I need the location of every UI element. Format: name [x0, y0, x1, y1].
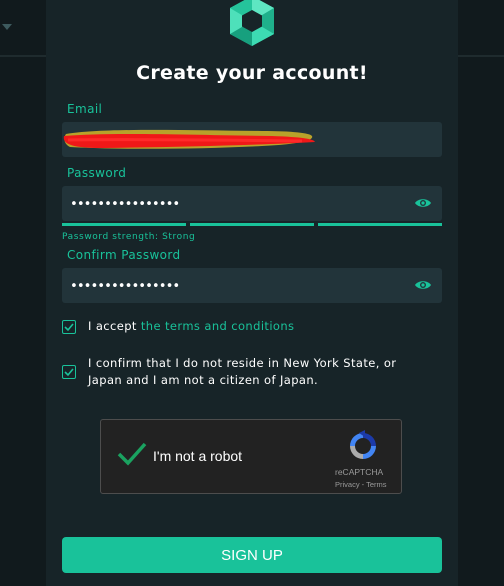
residency-text-line-2: Japan and I am not a citizen of Japan.: [88, 373, 319, 387]
password-label: Password: [67, 166, 127, 180]
recaptcha-brand: reCAPTCHA: [335, 467, 384, 477]
recaptcha-label: I'm not a robot: [153, 448, 243, 464]
terms-checkbox[interactable]: [62, 320, 76, 334]
checkmark-icon: [64, 368, 74, 377]
backdrop-left-panel: [0, 0, 46, 586]
password-input[interactable]: [68, 186, 402, 223]
eye-icon[interactable]: [414, 278, 432, 292]
password-strength-bar-2: [190, 223, 314, 226]
email-label: Email: [67, 102, 103, 116]
backdrop-right-panel: [458, 0, 504, 586]
residency-text: I confirm that I do not reside in New Yo…: [88, 355, 396, 389]
redaction-mark: [63, 129, 316, 149]
terms-link[interactable]: the terms and conditions: [141, 319, 295, 333]
backdrop-divider: [0, 55, 46, 57]
confirm-password-input[interactable]: [68, 268, 402, 305]
sign-up-button[interactable]: SIGN UP: [62, 537, 442, 573]
password-field[interactable]: [62, 186, 442, 223]
password-strength-text: Password strength: Strong: [62, 232, 196, 242]
backdrop-divider: [458, 55, 504, 57]
terms-text: I accept the terms and conditions: [88, 318, 294, 335]
residency-checkbox[interactable]: [62, 365, 76, 379]
hexagon-logo-icon: [230, 0, 274, 46]
recaptcha-logo-icon: [350, 430, 376, 459]
password-strength-bar-1: [62, 223, 186, 226]
chevron-down-icon: [2, 24, 12, 30]
signup-modal: Create your account! Email Password Pass…: [46, 0, 458, 586]
eye-icon[interactable]: [414, 196, 432, 210]
recaptcha-widget[interactable]: I'm not a robot reCAPTCHA Privacy - Term…: [100, 419, 402, 494]
password-strength-bar-3: [318, 223, 442, 226]
confirm-password-label: Confirm Password: [67, 248, 181, 262]
page-title: Create your account!: [136, 62, 368, 84]
residency-text-line-1: I confirm that I do not reside in New Yo…: [88, 356, 397, 370]
email-field[interactable]: [62, 122, 442, 159]
confirm-password-field[interactable]: [62, 268, 442, 305]
recaptcha-links[interactable]: Privacy - Terms: [335, 480, 387, 489]
terms-prefix: I accept: [88, 319, 141, 333]
recaptcha-checkmark-icon[interactable]: [117, 441, 147, 467]
checkmark-icon: [64, 323, 74, 332]
